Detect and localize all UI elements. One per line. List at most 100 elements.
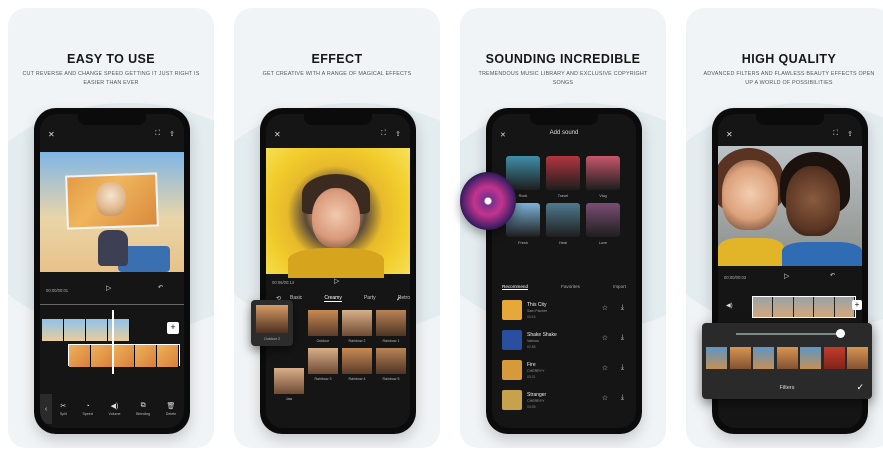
fullscreen-icon[interactable]: ⛶ xyxy=(381,130,386,138)
song-cover xyxy=(502,360,522,380)
filter-thumbnail[interactable] xyxy=(800,347,821,369)
download-icon[interactable]: ⤓ xyxy=(621,364,624,372)
filter-intensity-slider[interactable] xyxy=(736,333,840,335)
filter-thumbnail[interactable] xyxy=(729,347,751,369)
tab-creamy[interactable]: Creamy xyxy=(324,295,342,302)
timeline-track-top[interactable] xyxy=(42,319,130,341)
filter-thumbnail[interactable]: Rainbow 5 xyxy=(376,348,406,381)
filter-thumbnail[interactable] xyxy=(823,347,845,369)
song-duration: 03:05 xyxy=(527,405,536,409)
card-title: SOUNDING INCREDIBLE xyxy=(485,52,641,66)
song-duration: 03:21 xyxy=(527,375,536,379)
filter-label: Rainbow 3 xyxy=(314,377,332,381)
tab-favorites[interactable]: Favorites xyxy=(561,284,580,290)
song-row[interactable]: This City Sam Fischer 03:16 ☆ ⤓ xyxy=(502,300,628,324)
timeline-divider xyxy=(40,304,184,305)
tool-split[interactable]: ✂ Split xyxy=(60,402,67,416)
filter-thumbnail[interactable] xyxy=(847,347,868,369)
time-label: 00:00/00:03 xyxy=(724,275,747,280)
sound-category[interactable]: Travel xyxy=(546,156,580,198)
close-icon[interactable]: ✕ xyxy=(274,130,281,139)
timeline-track-selected[interactable] xyxy=(68,344,180,367)
phone-notch xyxy=(304,114,372,125)
tool-delete[interactable]: 🗑 Delete xyxy=(166,402,176,416)
download-icon[interactable]: ⤓ xyxy=(621,334,624,342)
close-icon[interactable]: ✕ xyxy=(48,130,55,139)
volume-icon[interactable]: ◀) xyxy=(726,302,733,309)
play-icon[interactable]: ▷ xyxy=(106,284,111,292)
tool-speed[interactable]: ◔ Speed xyxy=(82,403,92,416)
tab-import[interactable]: Import xyxy=(613,284,626,290)
add-clip-icon[interactable]: + xyxy=(852,300,862,310)
slider-handle[interactable] xyxy=(836,329,845,338)
export-icon[interactable]: ⇪ xyxy=(395,130,401,138)
playhead[interactable] xyxy=(112,310,114,374)
portrait-coat xyxy=(288,248,384,278)
filter-thumbnail[interactable]: Outdoor xyxy=(308,310,338,343)
sound-category-grid: Rock Travel Vlog Fresh Heal Love xyxy=(506,156,620,245)
phone-screen: ✕ Add sound Rock Travel Vlog Fresh Heal … xyxy=(492,114,636,428)
confirm-check-icon[interactable]: ✓ xyxy=(856,382,864,393)
play-icon[interactable]: ▷ xyxy=(334,277,339,285)
sound-category[interactable]: Vlog xyxy=(586,156,620,198)
filter-thumbnail[interactable] xyxy=(706,347,727,369)
filter-label: Jaw xyxy=(285,397,293,401)
export-icon[interactable]: ⇪ xyxy=(847,130,853,138)
close-icon[interactable]: ✕ xyxy=(726,130,733,139)
export-icon[interactable]: ⇪ xyxy=(169,130,175,138)
tool-label: Delete xyxy=(165,412,177,416)
song-artist: CHERRYY xyxy=(527,369,545,373)
effect-preview-image xyxy=(266,148,410,278)
portrait-shirt xyxy=(718,238,784,266)
split-icon: ✂ xyxy=(60,403,67,410)
favorite-star-icon[interactable]: ☆ xyxy=(602,364,608,372)
filter-thumbnail[interactable] xyxy=(753,347,774,369)
clip-thumbnail xyxy=(135,345,157,367)
time-label: 00:00/00:01 xyxy=(46,288,69,293)
song-duration: 02:55 xyxy=(527,345,536,349)
download-icon[interactable]: ⤓ xyxy=(621,394,624,402)
undo-icon[interactable]: ↶ xyxy=(830,272,835,279)
sound-category[interactable]: Heal xyxy=(546,203,580,245)
download-icon[interactable]: ⤓ xyxy=(621,304,624,312)
filter-thumbnail[interactable]: Rainbow 4 xyxy=(342,348,372,381)
phone-notch xyxy=(530,114,598,125)
phone-screen: ✕ ⛶ ⇪ 00:00/00:01 ▷ ↶ + ‹ ✂ Split ◔ Spee… xyxy=(40,114,184,428)
tool-volume[interactable]: ◀) Volume xyxy=(109,402,121,416)
play-icon[interactable]: ▷ xyxy=(784,272,789,280)
card-title: EFFECT xyxy=(311,52,363,66)
vinyl-record-icon xyxy=(460,172,516,230)
clip-thumbnail xyxy=(91,345,113,367)
tool-blending[interactable]: ⧉ Blending xyxy=(136,402,150,416)
song-row[interactable]: Stranger CHERRYY 03:05 ☆ ⤓ xyxy=(502,390,628,414)
beauty-preview-image xyxy=(718,146,862,266)
screen-title: Add sound xyxy=(549,130,579,136)
undo-icon[interactable]: ↶ xyxy=(158,284,163,291)
fullscreen-icon[interactable]: ⛶ xyxy=(155,130,160,138)
favorite-star-icon[interactable]: ☆ xyxy=(602,334,608,342)
filter-thumbnail[interactable]: Jaw xyxy=(274,368,304,401)
filter-thumbnail[interactable]: Rainbow 1 xyxy=(376,310,406,343)
selected-filter-popup[interactable]: Outdoor 2 xyxy=(251,300,293,346)
clip-thumbnail xyxy=(113,345,135,367)
filter-thumbnail[interactable]: Rainbow 3 xyxy=(308,348,338,381)
add-clip-icon[interactable]: + xyxy=(167,322,179,334)
fullscreen-icon[interactable]: ⛶ xyxy=(833,130,838,138)
tab-recommend[interactable]: Recommend xyxy=(502,284,529,290)
confirm-check-icon[interactable]: ✓ xyxy=(396,295,402,303)
portrait-face xyxy=(786,166,840,236)
favorite-star-icon[interactable]: ☆ xyxy=(602,394,608,402)
favorite-star-icon[interactable]: ☆ xyxy=(602,304,608,312)
sound-tabs: Recommend Favorites Import xyxy=(502,284,626,290)
filter-label: Outdoor 2 xyxy=(264,337,280,341)
sound-category[interactable]: Love xyxy=(586,203,620,245)
timeline-track-selected[interactable] xyxy=(752,296,856,318)
song-row[interactable]: Fire CHERRYY 03:21 ☆ ⤓ xyxy=(502,360,628,384)
filter-thumbnail[interactable] xyxy=(776,347,798,369)
portrait-face xyxy=(722,160,778,230)
category-label: Heal xyxy=(559,241,567,245)
song-row[interactable]: Shake Shake Various 02:55 ☆ ⤓ xyxy=(502,330,628,354)
filter-thumbnail[interactable]: Rainbow 2 xyxy=(342,310,372,343)
tab-party[interactable]: Party xyxy=(364,295,376,302)
song-artist: Sam Fischer xyxy=(527,309,548,313)
